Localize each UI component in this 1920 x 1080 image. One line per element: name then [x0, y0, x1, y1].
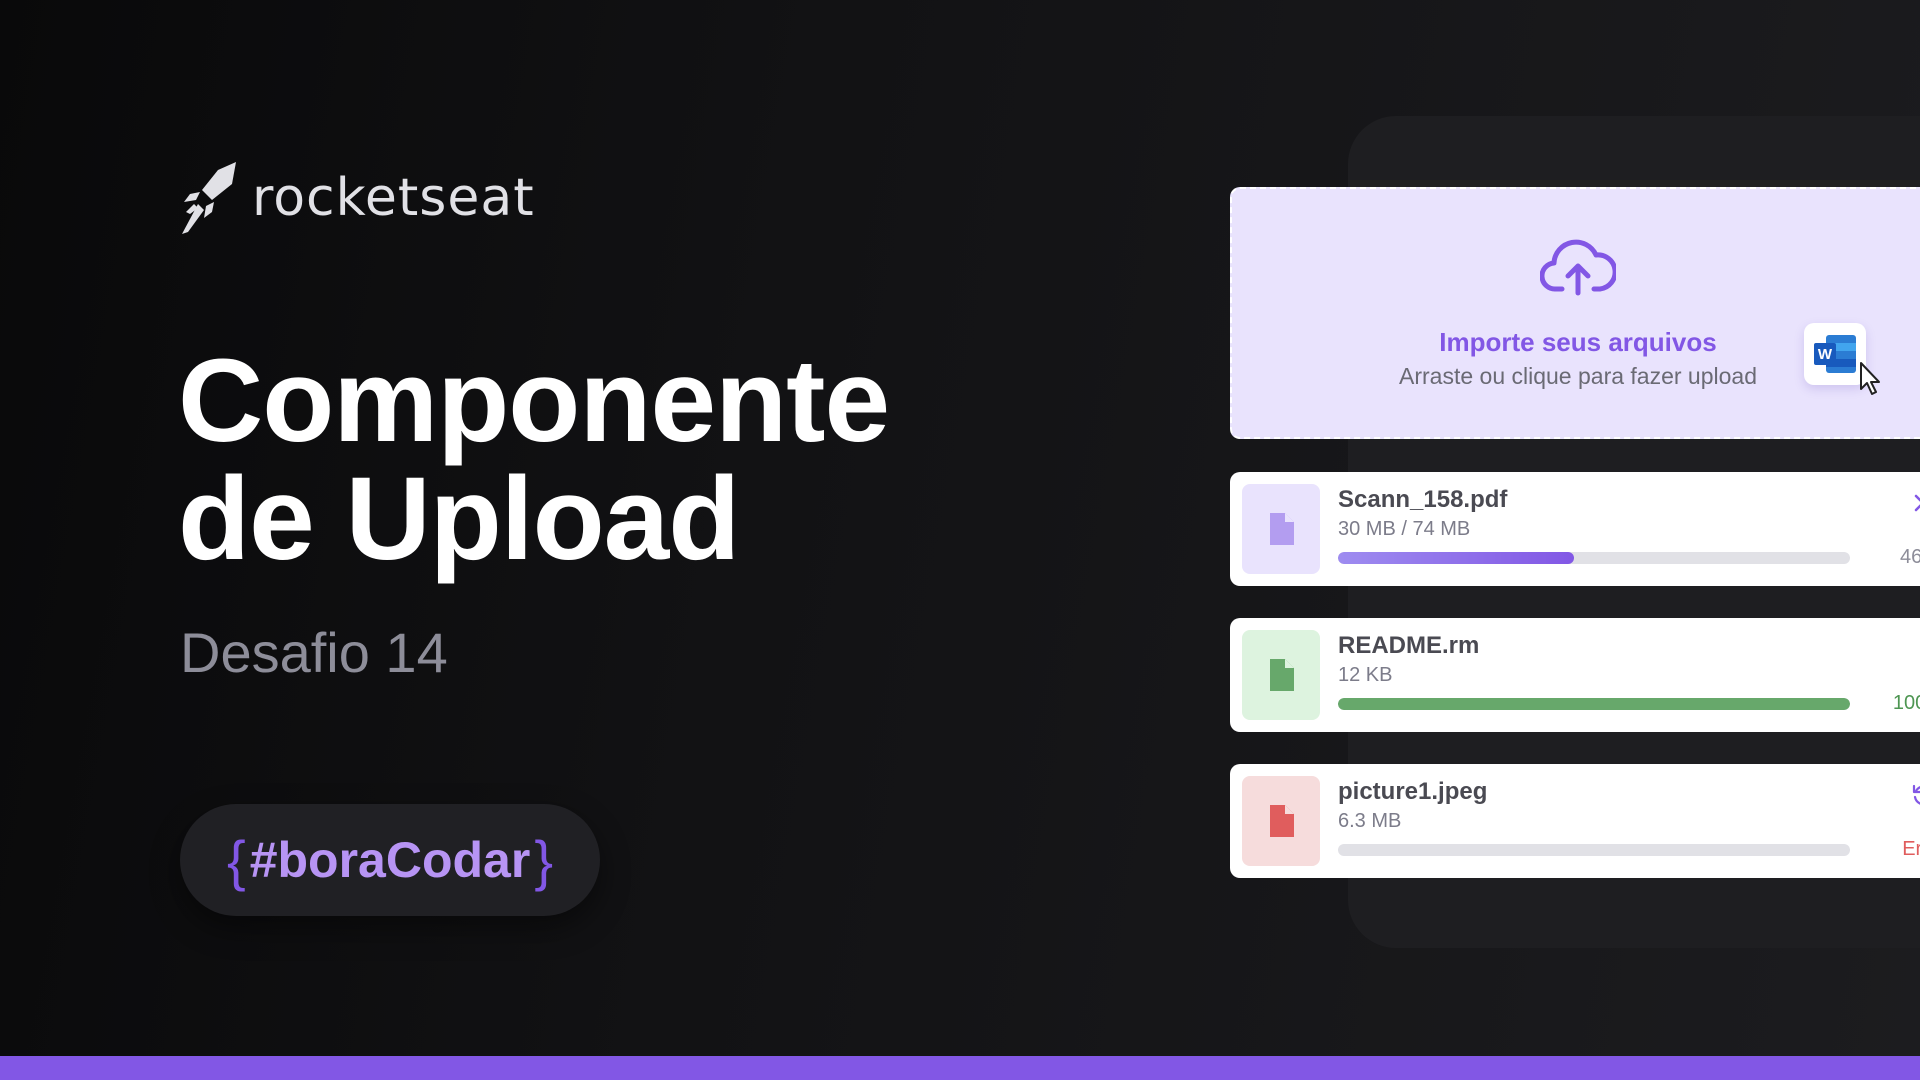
progress-fill	[1338, 698, 1850, 710]
hashtag-close-brace: }	[534, 828, 554, 892]
hashtag-open-brace: {	[226, 828, 246, 892]
upload-dropzone[interactable]: Importe seus arquivos Arraste ou clique …	[1230, 187, 1920, 439]
cloud-upload-icon	[1540, 239, 1616, 296]
hero-title-line-1: Componente	[178, 335, 890, 467]
file-item-error: picture1.jpeg 6.3 MB Erro	[1230, 764, 1920, 878]
word-file-letter: W	[1818, 346, 1833, 363]
hashtag-pill: { #boraCodar }	[180, 804, 600, 916]
hero-title-line-2: de Upload	[178, 453, 740, 585]
image-file-icon	[1270, 805, 1294, 837]
file-thumb	[1242, 484, 1320, 574]
hero-subtitle: Desafio 14	[180, 621, 448, 684]
close-icon[interactable]	[1910, 490, 1920, 516]
thumbnail-canvas: rocketseat Componente de Upload Desafio …	[0, 0, 1920, 1080]
brand-name: rocketseat	[252, 168, 535, 228]
document-file-icon	[1270, 659, 1294, 691]
retry-icon[interactable]	[1910, 782, 1920, 808]
file-name: Scann_158.pdf	[1338, 486, 1508, 513]
word-file-icon: W	[1804, 323, 1866, 385]
mouse-cursor-icon	[1860, 362, 1880, 395]
file-size: 30 MB / 74 MB	[1338, 518, 1471, 540]
file-thumb	[1242, 630, 1320, 720]
progress-bar	[1338, 698, 1850, 710]
file-size: 6.3 MB	[1338, 810, 1402, 832]
progress-bar	[1338, 552, 1850, 564]
progress-percent: 46%	[1899, 546, 1920, 568]
hashtag-text: #boraCodar	[249, 832, 531, 888]
file-name: README.rm	[1338, 632, 1480, 659]
file-item-uploading: Scann_158.pdf 30 MB / 74 MB 46%	[1230, 472, 1920, 586]
file-item-done: README.rm 12 KB 100%	[1230, 618, 1920, 732]
file-thumb	[1242, 776, 1320, 866]
file-size: 12 KB	[1338, 664, 1393, 686]
error-status: Erro	[1902, 838, 1920, 860]
brand-logo: rocketseat	[178, 160, 535, 236]
pdf-file-icon	[1270, 513, 1294, 545]
progress-fill	[1338, 552, 1574, 564]
accent-bottom-bar	[0, 1056, 1920, 1080]
progress-bar	[1338, 844, 1850, 856]
rocket-icon	[182, 162, 236, 234]
hero-title: Componente de Upload	[178, 335, 890, 585]
progress-percent: 100%	[1892, 692, 1920, 714]
file-name: picture1.jpeg	[1338, 778, 1488, 805]
